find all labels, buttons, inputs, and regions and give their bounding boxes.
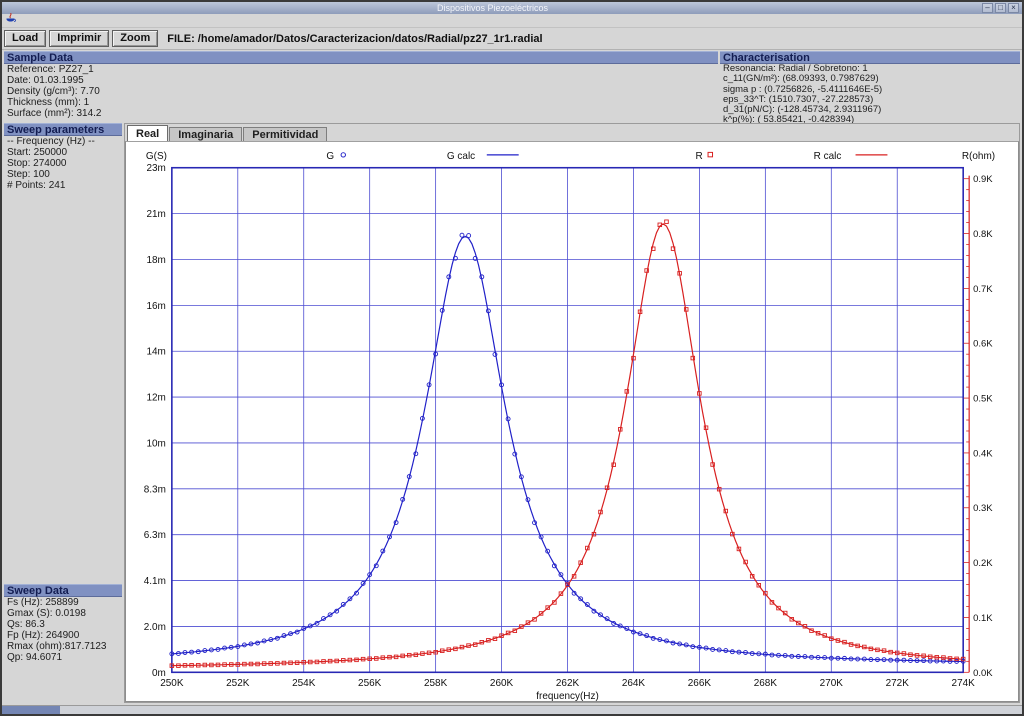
sidebar: Sweep parameters -- Frequency (Hz) -- St…	[4, 123, 122, 703]
svg-text:0.5K: 0.5K	[973, 393, 993, 404]
svg-text:2.0m: 2.0m	[144, 622, 166, 633]
svg-text:270K: 270K	[820, 678, 844, 689]
svg-text:G calc: G calc	[447, 151, 475, 162]
sweep-fs: Fs (Hz): 258899	[4, 597, 122, 608]
sweep-data-header: Sweep Data	[4, 584, 122, 597]
svg-text:0.0K: 0.0K	[973, 667, 993, 678]
minimize-button[interactable]: –	[982, 3, 993, 13]
left-axis-labels: 23m 21m 18m 16m 14m 12m 10m 8.3m 6.3m 4.1m 2.0m 0m	[144, 163, 166, 679]
legend: G(S) G G calc R R calc R(ohm)	[146, 151, 995, 162]
tab-bar: Real Imaginaria Permitividad	[125, 124, 1019, 141]
app-window: Dispositivos Piezoeléctricos – □ × Load …	[0, 0, 1024, 716]
svg-text:4.1m: 4.1m	[144, 576, 166, 587]
svg-text:0.7K: 0.7K	[973, 283, 993, 294]
sweep-start: Start: 250000	[4, 147, 122, 158]
right-axis: 0.0K 0.1K 0.2K 0.3K 0.4K 0.5K 0.6K 0.7K 0.8K 0.9K	[964, 173, 994, 678]
sweep-gmax: Gmax (S): 0.0198	[4, 608, 122, 619]
sweep-rmax: Rmax (ohm):817.7123	[4, 641, 122, 652]
resize-grip[interactable]	[2, 706, 60, 714]
window-bottom-border	[2, 705, 1022, 714]
svg-text:6.3m: 6.3m	[144, 530, 166, 541]
svg-text:G(S): G(S)	[146, 151, 167, 162]
sweep-fp: Fp (Hz): 264900	[4, 630, 122, 641]
java-icon	[5, 12, 16, 30]
svg-text:frequency(Hz): frequency(Hz)	[536, 691, 599, 701]
sweep-step: Step: 100	[4, 169, 122, 180]
svg-text:252K: 252K	[226, 678, 250, 689]
svg-text:16m: 16m	[146, 301, 165, 312]
x-axis-labels: 250K 252K 254K 256K 258K 260K 262K 264K 266K 268K…	[160, 678, 975, 689]
svg-text:G: G	[326, 151, 334, 162]
svg-text:0.1K: 0.1K	[973, 612, 993, 623]
svg-text:256K: 256K	[358, 678, 382, 689]
sweep-freq-label: -- Frequency (Hz) --	[4, 136, 122, 147]
tab-permitividad[interactable]: Permitividad	[243, 127, 327, 141]
menu-bar	[2, 14, 1022, 28]
print-button[interactable]: Imprimir	[49, 30, 109, 47]
svg-text:262K: 262K	[556, 678, 580, 689]
sample-data-header: Sample Data	[4, 51, 718, 64]
resonance-chart[interactable]: 23m21m18m16m14m12m10m8.3m6.3m4.1m2.0m0m2…	[126, 142, 1018, 701]
svg-text:0.8K: 0.8K	[973, 228, 993, 239]
toolbar: Load Imprimir Zoom FILE: /home/amador/Da…	[2, 28, 1022, 50]
sweep-parameters-panel: Sweep parameters -- Frequency (Hz) -- St…	[4, 123, 122, 191]
svg-text:18m: 18m	[146, 255, 165, 266]
sweep-stop: Stop: 274000	[4, 158, 122, 169]
sample-date: Date: 01.03.1995	[4, 75, 718, 86]
sample-thickness: Thickness (mm): 1	[4, 97, 718, 108]
close-button[interactable]: ×	[1008, 3, 1019, 13]
svg-text:0.2K: 0.2K	[973, 557, 993, 568]
svg-text:264K: 264K	[622, 678, 646, 689]
svg-text:0m: 0m	[152, 668, 166, 679]
legend-r-marker	[708, 152, 712, 156]
svg-text:260K: 260K	[490, 678, 514, 689]
zoom-button[interactable]: Zoom	[112, 30, 158, 47]
top-panels-row: Sample Data Reference: PZ27_1 Date: 01.0…	[2, 50, 1022, 121]
svg-text:8.3m: 8.3m	[144, 484, 166, 495]
characterisation-panel: Characterisation Resonancia: Radial / So…	[720, 51, 1020, 121]
svg-text:23m: 23m	[146, 163, 165, 174]
sweep-qs: Qs: 86.3	[4, 619, 122, 630]
svg-text:0.9K: 0.9K	[973, 173, 993, 184]
sweep-points: # Points: 241	[4, 180, 122, 191]
svg-text:250K: 250K	[160, 678, 184, 689]
svg-text:0.4K: 0.4K	[973, 447, 993, 458]
svg-text:254K: 254K	[292, 678, 316, 689]
svg-text:R calc: R calc	[814, 151, 842, 162]
svg-text:274K: 274K	[952, 678, 976, 689]
sample-data-panel: Sample Data Reference: PZ27_1 Date: 01.0…	[4, 51, 718, 121]
svg-text:268K: 268K	[754, 678, 778, 689]
load-button[interactable]: Load	[4, 30, 46, 47]
svg-text:R: R	[695, 151, 702, 162]
svg-text:10m: 10m	[146, 438, 165, 449]
svg-text:14m: 14m	[146, 347, 165, 358]
legend-g-marker	[341, 153, 345, 157]
tab-imaginaria[interactable]: Imaginaria	[169, 127, 242, 141]
svg-text:0.6K: 0.6K	[973, 338, 993, 349]
sample-density: Density (g/cm³): 7.70	[4, 86, 718, 97]
sweep-parameters-header: Sweep parameters	[4, 123, 122, 136]
maximize-button[interactable]: □	[995, 3, 1006, 13]
svg-text:R(ohm): R(ohm)	[962, 151, 995, 162]
svg-text:21m: 21m	[146, 209, 165, 220]
chart-area[interactable]: 23m21m18m16m14m12m10m8.3m6.3m4.1m2.0m0m2…	[125, 141, 1019, 702]
svg-text:258K: 258K	[424, 678, 448, 689]
chart-panel: Real Imaginaria Permitividad 23m 21m 18m 16…	[124, 123, 1020, 703]
svg-text:12m: 12m	[146, 393, 165, 404]
svg-text:272K: 272K	[886, 678, 910, 689]
main-row: Sweep parameters -- Frequency (Hz) -- St…	[2, 121, 1022, 705]
sweep-data-panel: Sweep Data Fs (Hz): 258899 Gmax (S): 0.0…	[4, 584, 122, 663]
sample-surface: Surface (mm²): 314.2	[4, 108, 718, 119]
tab-real[interactable]: Real	[127, 125, 168, 141]
sample-reference: Reference: PZ27_1	[4, 64, 718, 75]
gridlines	[172, 168, 963, 673]
svg-text:266K: 266K	[688, 678, 712, 689]
title-bar[interactable]: Dispositivos Piezoeléctricos – □ ×	[2, 2, 1022, 14]
sweep-qp: Qp: 94.6071	[4, 652, 122, 663]
svg-text:0.3K: 0.3K	[973, 502, 993, 513]
window-title: Dispositivos Piezoeléctricos	[5, 3, 980, 14]
file-path-label: FILE: /home/amador/Datos/Caracterizacion…	[167, 33, 542, 45]
